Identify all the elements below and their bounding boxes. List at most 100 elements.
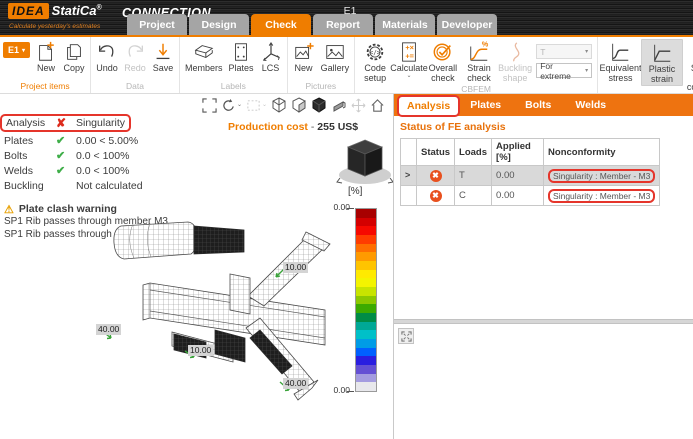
calculate-button[interactable]: +×+= Calculate ⌄ (393, 39, 425, 80)
pass-check-icon: ✔ (56, 134, 76, 147)
check-name: Plates (4, 135, 56, 147)
warning-triangle-icon: ⚠ (4, 203, 14, 216)
home-view-button[interactable] (370, 98, 385, 113)
production-cost-label: Production cost (228, 121, 308, 133)
new-project-item-button[interactable]: New (32, 39, 60, 75)
error-status-icon: ✖ (430, 170, 442, 182)
applied-column-header: Applied [%] (492, 139, 544, 166)
logo-statica-text: StatiCa® (52, 3, 102, 18)
lcs-labels-button[interactable]: LCS (257, 39, 285, 75)
svg-text:</>: </> (370, 49, 381, 56)
plate-icon (232, 40, 250, 64)
check-name: Buckling (4, 180, 56, 192)
new-picture-button[interactable]: New (290, 39, 318, 75)
applied-cell: 0.00 (492, 166, 544, 186)
panel-expander-button[interactable] (398, 328, 414, 344)
loads-combo[interactable]: T▾ (536, 44, 592, 59)
selector-column-header (401, 139, 417, 166)
ribbon-group-cbfem: </> Code setup +×+= Calculate ⌄ Overall … (355, 37, 598, 93)
scale-max-label: 0.00 (320, 202, 350, 212)
new-document-icon (35, 40, 57, 64)
select-rectangle-button[interactable]: ⌄ (246, 98, 267, 113)
viewport-toolbar: ⌄ ⌄ (202, 97, 385, 113)
fit-view-button[interactable] (202, 98, 217, 113)
section-title: Status of FE analysis (400, 121, 687, 133)
tab-design[interactable]: Design (189, 14, 249, 35)
gallery-button[interactable]: Gallery (318, 39, 353, 75)
ribbon-group-project-items: E1▾ New Copy Project items (0, 37, 91, 93)
check-row-bolts[interactable]: Bolts ✔ 0.0 < 100% (4, 148, 168, 163)
members-labels-button[interactable]: Members (182, 39, 226, 75)
check-name: Analysis (6, 117, 56, 129)
loads-column-header: Loads (455, 139, 492, 166)
code-setup-button[interactable]: </> Code setup (357, 39, 393, 84)
plates-labels-button[interactable]: Plates (226, 39, 257, 75)
plastic-strain-button[interactable]: Plastic strain (641, 39, 684, 86)
deformation-label: 40.00 (96, 324, 121, 335)
navigation-cube[interactable] (336, 134, 393, 195)
table-row[interactable]: ✖ C 0.00 Singularity : Member - M3 (401, 186, 660, 206)
check-value: Singularity (76, 117, 125, 129)
extreme-combo[interactable]: For extreme▾ (536, 63, 592, 78)
stress-in-contacts-button[interactable]: Stress in contacts (683, 39, 693, 94)
logo-idea-mark: IDEA (8, 3, 49, 19)
tab-analysis[interactable]: Analysis (399, 96, 458, 116)
view-cube-wire-button[interactable] (271, 97, 287, 113)
solid-cube-button[interactable] (311, 97, 327, 113)
scale-tick (347, 391, 354, 392)
nonconformity-cell: Singularity : Member - M3 (548, 189, 655, 203)
ribbon-group-data: Undo Redo Save Data (91, 37, 180, 93)
view-cube-shaded-button[interactable] (291, 97, 307, 113)
chevron-down-icon: ▾ (585, 67, 588, 74)
pan-view-button[interactable] (351, 98, 366, 113)
copy-project-item-button[interactable]: Copy (60, 39, 88, 75)
coordinate-axes-icon (260, 40, 282, 64)
tab-materials[interactable]: Materials (375, 14, 435, 35)
chevron-down-icon: ▾ (585, 48, 588, 55)
check-row-buckling[interactable]: Buckling Not calculated (4, 178, 168, 193)
registered-mark: ® (96, 5, 101, 12)
fe-status-table: Status Loads Applied [%] Nonconformity >… (400, 138, 660, 206)
rotate-view-button[interactable]: ⌄ (221, 98, 242, 113)
titlebar: IDEA StatiCa® Calculate yesterday's esti… (0, 0, 693, 37)
undo-button[interactable]: Undo (93, 39, 121, 75)
chevron-down-icon: ⌄ (262, 103, 267, 108)
ribbon: E1▾ New Copy Project items (0, 37, 693, 94)
project-item-selector-button[interactable]: E1▾ (3, 42, 30, 58)
loads-cell: T (455, 166, 492, 186)
cbfem-combos: T▾ For extreme▾ (536, 44, 592, 78)
app-window: IDEA StatiCa® Calculate yesterday's esti… (0, 0, 693, 439)
tab-bolts[interactable]: Bolts (513, 94, 563, 116)
pass-check-icon: ✔ (56, 164, 76, 177)
calculator-icon: +×+= (399, 40, 419, 64)
clipping-plane-button[interactable] (331, 97, 347, 113)
pass-check-icon: ✔ (56, 149, 76, 162)
table-row[interactable]: > ✖ T 0.00 Singularity : Member - M3 (401, 166, 660, 186)
tab-developer[interactable]: Developer (437, 14, 497, 35)
tab-check[interactable]: Check (251, 14, 311, 35)
ribbon-group-label: Data (93, 81, 177, 93)
check-row-welds[interactable]: Welds ✔ 0.0 < 100% (4, 163, 168, 178)
tab-plates[interactable]: Plates (458, 94, 513, 116)
check-row-analysis[interactable]: Analysis ✘ Singularity (0, 114, 131, 132)
chevron-down-icon: ▾ (22, 47, 25, 54)
redo-button[interactable]: Redo (121, 39, 149, 75)
viewport-3d[interactable]: ⌄ ⌄ (0, 94, 393, 439)
save-button[interactable]: Save (149, 39, 177, 75)
check-row-plates[interactable]: Plates ✔ 0.00 < 5.00% (4, 133, 168, 148)
tab-project[interactable]: Project (127, 14, 187, 35)
plastic-strain-icon (650, 41, 674, 65)
results-tab-bar: Analysis Plates Bolts Welds (394, 94, 693, 116)
strain-check-button[interactable]: % Strain check (461, 39, 497, 84)
buckling-shape-button[interactable]: Buckling shape (497, 39, 533, 84)
overall-check-button[interactable]: Overall check (425, 39, 461, 84)
ribbon-group-label: Labels (182, 81, 285, 93)
check-value: 0.0 < 100% (76, 150, 168, 162)
tab-report[interactable]: Report (313, 14, 373, 35)
tab-welds[interactable]: Welds (563, 94, 618, 116)
scale-unit-label: [%] (348, 186, 362, 197)
equivalent-stress-button[interactable]: Equivalent stress (600, 39, 641, 84)
gear-code-icon: </> (364, 40, 386, 64)
chevron-down-icon: ⌄ (407, 74, 412, 79)
chevron-down-icon: ⌄ (237, 103, 242, 108)
